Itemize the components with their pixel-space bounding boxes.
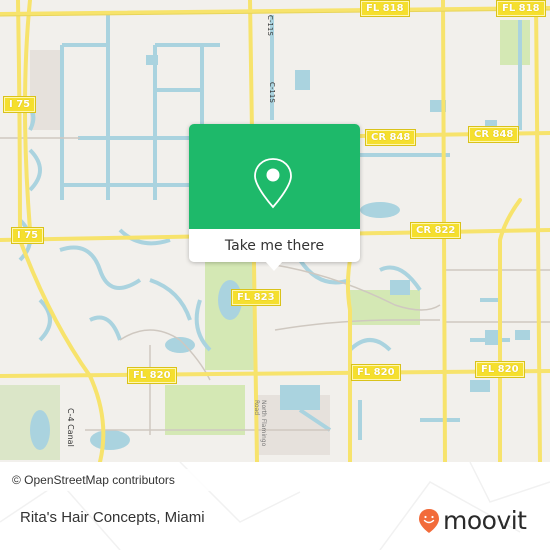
map[interactable]: FL 818 FL 818 I 75 I 75 CR 848 CR 848 CR… xyxy=(0,0,550,462)
park-area xyxy=(0,385,60,460)
road-shield: FL 820 xyxy=(127,367,177,384)
location-popup: Take me there xyxy=(189,124,360,271)
road-shield: FL 820 xyxy=(475,361,525,378)
canal-label: C-11S xyxy=(266,15,274,36)
canal-label: C-11S xyxy=(268,82,276,103)
popup-header xyxy=(189,124,360,229)
moovit-pin-icon xyxy=(419,509,439,533)
canal-label: C-4 Canal xyxy=(66,408,75,447)
road-shield: FL 823 xyxy=(231,289,281,306)
location-pin-icon xyxy=(254,158,292,209)
take-me-there-button[interactable]: Take me there xyxy=(189,229,360,262)
street-label: North Flamingo Road xyxy=(253,400,267,447)
place-name: Rita's Hair Concepts, Miami xyxy=(20,509,205,526)
map-attribution[interactable]: © OpenStreetMap contributors xyxy=(0,469,227,491)
moovit-logo[interactable]: moovit xyxy=(418,506,527,536)
road-shield: CR 822 xyxy=(410,222,462,239)
road-shield: CR 848 xyxy=(365,129,417,146)
road-shield: FL 818 xyxy=(360,0,410,17)
park-area xyxy=(165,385,245,435)
road-shield: I 75 xyxy=(11,227,45,244)
road-shield: FL 820 xyxy=(351,364,401,381)
popup-tail xyxy=(265,261,283,271)
park-area xyxy=(500,20,530,65)
road-shield: I 75 xyxy=(3,96,37,113)
road-shield: FL 818 xyxy=(496,0,546,17)
moovit-wordmark: moovit xyxy=(443,506,527,535)
road-shield: CR 848 xyxy=(468,126,520,143)
